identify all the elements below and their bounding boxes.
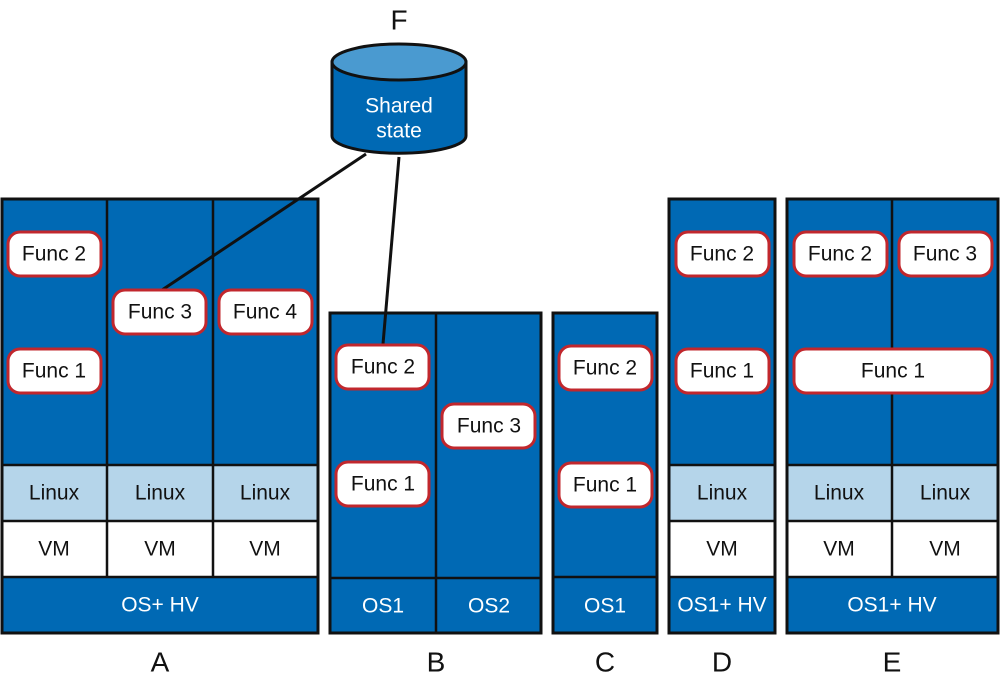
svg-text:Func 4: Func 4: [233, 301, 298, 324]
linux-label: Linux: [814, 482, 865, 505]
func-box: Func 1: [6, 347, 103, 395]
svg-text:Func 3: Func 3: [913, 243, 977, 266]
os-label: OS2: [468, 595, 510, 618]
svg-text:Func 2: Func 2: [690, 243, 754, 266]
svg-text:Func 1: Func 1: [861, 360, 925, 383]
os-label: OS1: [362, 595, 404, 618]
func-box: Func 4: [217, 288, 314, 336]
vm-label: VM: [823, 538, 855, 561]
svg-text:Func 1: Func 1: [22, 360, 86, 383]
svg-text:Func 1: Func 1: [573, 474, 637, 497]
func-box: Func 1: [334, 460, 431, 508]
svg-text:Func 3: Func 3: [457, 415, 521, 438]
svg-text:Func 2: Func 2: [808, 243, 872, 266]
func-box: Func 2: [557, 344, 654, 392]
svg-text:Func 2: Func 2: [351, 356, 415, 379]
architecture-diagram: F Shared state Linux Linux Linux VM VM V…: [0, 5, 1000, 678]
linux-label: Linux: [240, 482, 291, 505]
vm-label: VM: [706, 538, 738, 561]
label-a: A: [151, 647, 170, 678]
func-box: Func 1: [557, 461, 654, 509]
vm-label: VM: [38, 538, 70, 561]
base-label: OS+ HV: [121, 594, 199, 617]
label-c: C: [595, 647, 615, 678]
label-b: B: [427, 647, 446, 678]
vm-label: VM: [144, 538, 176, 561]
linux-label: Linux: [920, 482, 971, 505]
func-box: Func 2: [6, 230, 103, 278]
func-box: Func 2: [334, 343, 431, 391]
database-top: [330, 42, 468, 82]
vm-label: VM: [249, 538, 281, 561]
func-box: Func 2: [674, 230, 771, 278]
svg-text:Func 1: Func 1: [351, 473, 415, 496]
func-box: Func 1: [674, 347, 771, 395]
database-label-line1: Shared: [365, 95, 433, 118]
base-label: OS1+ HV: [677, 594, 766, 617]
func-box: Func 2: [792, 230, 889, 278]
svg-text:Func 3: Func 3: [128, 301, 192, 324]
shared-state-database: F Shared state: [330, 5, 468, 155]
vm-label: VM: [929, 538, 961, 561]
os-label: OS1: [584, 595, 626, 618]
svg-text:Func 2: Func 2: [22, 243, 86, 266]
svg-text:Func 1: Func 1: [690, 360, 754, 383]
label-e: E: [883, 647, 902, 678]
label-d: D: [712, 647, 732, 678]
linux-label: Linux: [697, 482, 748, 505]
func-box: Func 3: [111, 288, 208, 336]
func-box: Func 3: [897, 230, 994, 278]
func-box: Func 1: [792, 347, 994, 395]
database-label-line2: state: [376, 120, 422, 143]
base-label: OS1+ HV: [847, 594, 936, 617]
linux-label: Linux: [135, 482, 186, 505]
linux-label: Linux: [29, 482, 80, 505]
func-box: Func 3: [440, 402, 537, 450]
svg-text:Func 2: Func 2: [573, 357, 637, 380]
label-f: F: [390, 5, 407, 36]
